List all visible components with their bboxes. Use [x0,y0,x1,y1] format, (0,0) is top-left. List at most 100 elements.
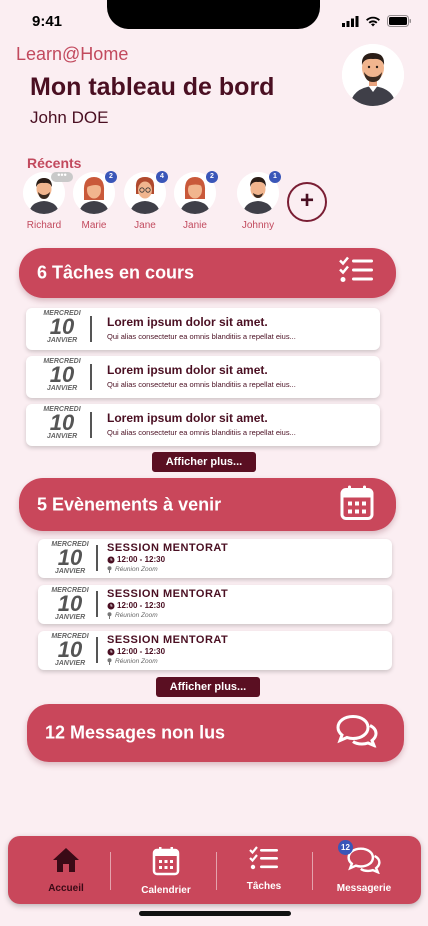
avatar: 1 [237,171,281,214]
nav-divider [216,852,217,890]
month: JANVIER [54,614,86,621]
app-name: Learn@Home [16,44,129,64]
tasks-show-more-button[interactable]: Afficher plus... [152,452,256,472]
recent-name: Johnny [241,220,275,231]
clock-icon [107,602,115,609]
wifi-icon [366,16,380,26]
messages-header[interactable]: 12 Messages non lus [27,704,404,762]
event-location: Réunion Zoom [107,612,158,619]
status-icons [342,15,412,27]
event-card[interactable]: MERCREDI 10 JANVIER SESSION MENTORAT 12:… [38,539,392,578]
home-icon [53,848,79,872]
divider [96,637,98,663]
recent-name: Jane [134,220,156,231]
event-title: SESSION MENTORAT [107,542,229,554]
signal-icon [342,15,359,27]
chat-icon [336,714,378,753]
event-time-text: 12:00 - 12:30 [117,555,166,564]
recent-contact[interactable]: ••• Richard [16,171,73,231]
nav-item-accueil[interactable]: Accueil [21,846,111,894]
divider [90,364,92,390]
nav-label: Tâches [246,881,282,892]
user-name: John DOE [30,108,109,127]
task-title: Lorem ipsum dolor sit amet. [107,363,268,377]
avatar: 2 [73,171,117,214]
recent-name: Richard [26,220,62,231]
messages-header-label: 12 Messages non lus [45,722,226,743]
calendar-icon [340,484,374,525]
nav-item-taches[interactable]: Tâches [219,846,309,892]
clock-icon [107,648,115,655]
nav-divider [110,852,111,890]
nav-label: Calendrier [141,885,191,896]
event-time-text: 12:00 - 12:30 [117,601,166,610]
task-card[interactable]: MERCREDI 10 JANVIER Lorem ipsum dolor si… [26,308,380,350]
divider [96,591,98,617]
event-location: Réunion Zoom [107,566,158,573]
nav-item-messagerie[interactable]: Messagerie [319,846,409,894]
unread-badge: 1 [269,171,281,183]
day-number: 10 [49,410,75,435]
day-number: 10 [49,314,75,339]
nav-divider [312,852,313,890]
page-title: Mon tableau de bord [30,73,275,101]
nav-item-calendrier[interactable]: Calendrier [121,846,211,896]
event-time: 12:00 - 12:30 [107,647,165,656]
status-bar: 9:41 [0,0,428,40]
profile-avatar[interactable] [342,44,404,106]
messages-badge: 12 [338,840,353,855]
day-number: 10 [49,362,75,387]
date-block: MERCREDI 10 JANVIER [32,358,92,392]
battery-icon [387,15,411,27]
checklist-icon [249,846,278,870]
recents-label: Récents [27,155,82,171]
unread-badge: 2 [206,171,218,183]
day-number: 10 [57,637,83,662]
avatar: ••• [23,171,73,214]
month: JANVIER [46,337,78,344]
task-desc: Qui alias consectetur ea omnis blanditii… [107,332,296,341]
location-pin-icon [107,566,112,573]
task-desc: Qui alias consectetur ea omnis blanditii… [107,428,296,437]
man-avatar-icon [342,44,404,106]
event-time: 12:00 - 12:30 [107,601,165,610]
add-recent-button[interactable]: + [287,182,327,222]
month: JANVIER [54,660,86,667]
avatar: 4 [124,171,168,214]
tasks-header[interactable]: 6 Tâches en cours [19,248,396,298]
recent-contact[interactable]: 1 Johnny [230,171,286,231]
nav-label: Accueil [48,883,84,894]
day-number: 10 [57,545,83,570]
tasks-header-label: 6 Tâches en cours [37,262,195,283]
status-time: 9:41 [32,13,63,30]
calendar-icon [152,847,180,876]
checklist-icon [338,256,374,290]
event-card[interactable]: MERCREDI 10 JANVIER SESSION MENTORAT 12:… [38,585,392,624]
event-title: SESSION MENTORAT [107,634,229,646]
unread-badge: 2 [105,171,117,183]
location-pin-icon [107,658,112,665]
events-header[interactable]: 5 Evènements à venir [19,478,396,531]
date-block: MERCREDI 10 JANVIER [32,310,92,344]
divider [90,316,92,342]
task-title: Lorem ipsum dolor sit amet. [107,315,268,329]
task-desc: Qui alias consectetur ea omnis blanditii… [107,380,296,389]
task-card[interactable]: MERCREDI 10 JANVIER Lorem ipsum dolor si… [26,404,380,446]
date-block: MERCREDI 10 JANVIER [32,406,92,440]
recent-contact[interactable]: 2 Janie [167,171,223,231]
month: JANVIER [46,433,78,440]
day-number: 10 [57,591,83,616]
divider [96,545,98,571]
home-indicator [139,911,291,916]
task-card[interactable]: MERCREDI 10 JANVIER Lorem ipsum dolor si… [26,356,380,398]
task-title: Lorem ipsum dolor sit amet. [107,411,268,425]
events-header-label: 5 Evènements à venir [37,494,222,514]
avatar: 2 [174,171,218,214]
event-title: SESSION MENTORAT [107,588,229,600]
location-pin-icon [107,612,112,619]
events-show-more-button[interactable]: Afficher plus... [156,677,260,697]
date-block: MERCREDI 10 JANVIER [40,633,100,667]
event-card[interactable]: MERCREDI 10 JANVIER SESSION MENTORAT 12:… [38,631,392,670]
recent-contact[interactable]: 2 Marie [66,171,122,231]
recent-contact[interactable]: 4 Jane [117,171,173,231]
